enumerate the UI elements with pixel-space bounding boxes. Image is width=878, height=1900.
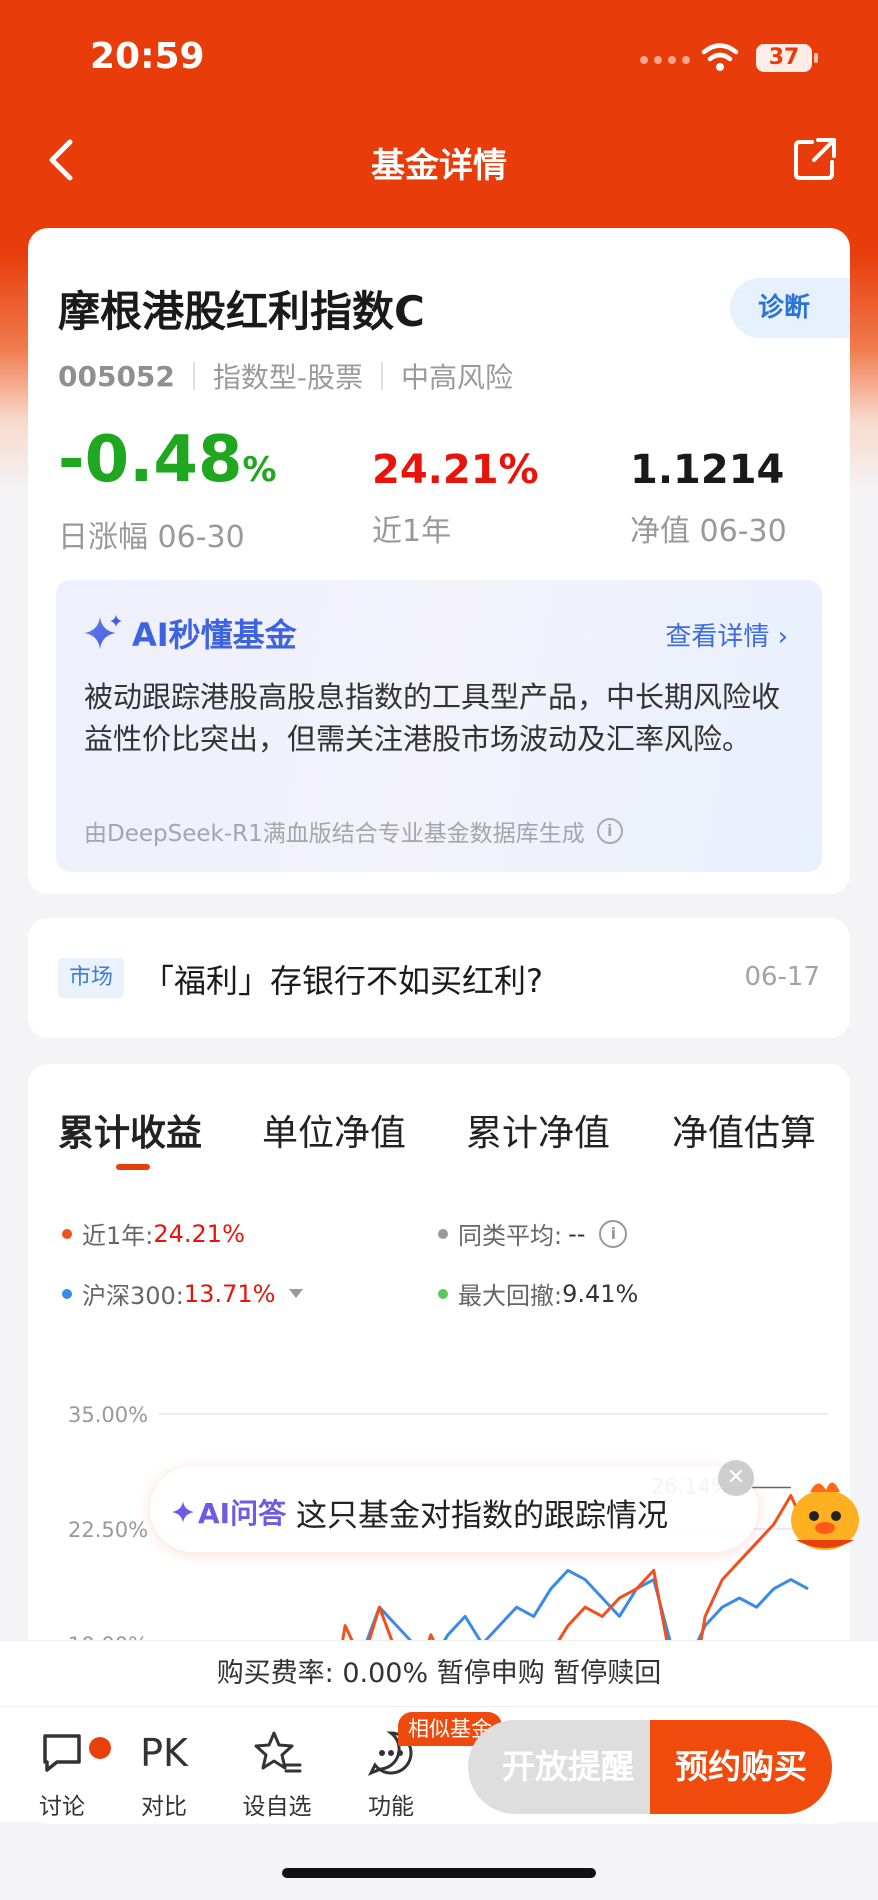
diagnose-button[interactable]: 诊断 — [730, 278, 850, 338]
legend-fund: 近1年: 24.21% — [62, 1216, 245, 1251]
day-change-value: -0.48% — [58, 423, 277, 497]
legend-index[interactable]: 沪深300: 13.71% — [62, 1276, 304, 1311]
chevron-down-icon[interactable] — [289, 1289, 304, 1298]
ai-summary-footer: 由DeepSeek-R1满血版结合专业基金数据库生成 i — [84, 814, 623, 848]
news-card[interactable]: 市场 「福利」存银行不如买红利? 06-17 — [28, 918, 850, 1038]
ai-summary-title: AI秒懂基金 — [132, 616, 297, 654]
status-bar: 20:59 37 — [0, 0, 878, 110]
compare-label: 对比 — [141, 1794, 187, 1820]
status-time: 20:59 — [90, 36, 205, 77]
year-return-value: 24.21% — [372, 447, 539, 493]
notification-badge — [89, 1737, 111, 1759]
sparkle-icon — [84, 615, 122, 649]
active-tab-indicator — [116, 1164, 150, 1170]
tab-cumulative-return[interactable]: 累计收益 — [58, 1104, 202, 1156]
discuss-button[interactable]: 讨论 — [17, 1729, 111, 1821]
year-return-stat: 24.21% 近1年 — [372, 444, 539, 550]
mascot-icon[interactable] — [780, 1468, 870, 1558]
compare-button[interactable]: PK 对比 — [119, 1729, 209, 1821]
y-tick-label: 22.50% — [68, 1518, 148, 1542]
share-icon[interactable] — [790, 134, 840, 184]
add-watchlist-button[interactable]: 设自选 — [232, 1729, 322, 1821]
nav-label: 净值 06-30 — [630, 514, 787, 549]
divider — [192, 362, 195, 390]
ai-summary-box[interactable]: AI秒懂基金 查看详情 › 被动跟踪港股高股息指数的工具型产品，中长期风险收益性… — [56, 580, 822, 872]
battery-icon: 37 — [756, 44, 812, 72]
day-change-stat: -0.48% 日涨幅 06-30 — [58, 424, 277, 556]
page-title: 基金详情 — [371, 146, 507, 186]
legend-max-drawdown: 最大回撤: 9.41% — [438, 1276, 638, 1311]
close-icon[interactable]: ✕ — [718, 1460, 754, 1496]
year-return-label: 近1年 — [372, 514, 452, 549]
news-tag: 市场 — [58, 958, 124, 998]
open-reminder-button[interactable]: 开放提醒 — [468, 1720, 668, 1814]
fund-code: 005052 — [58, 359, 175, 393]
view-details-link[interactable]: 查看详情 › — [665, 616, 788, 653]
star-add-icon — [254, 1731, 302, 1773]
y-tick-label: 35.00% — [68, 1403, 148, 1427]
nav-bar: 基金详情 — [0, 110, 878, 210]
info-icon[interactable]: i — [596, 818, 623, 844]
tab-unit-nav[interactable]: 单位净值 — [262, 1104, 406, 1156]
sparkle-icon — [172, 1501, 194, 1523]
fund-summary-card: 摩根港股红利指数C 诊断 005052 指数型-股票 中高风险 -0.48% 日… — [28, 228, 850, 894]
day-change-label: 日涨幅 06-30 — [58, 520, 245, 555]
tab-nav-estimate[interactable]: 净值估算 — [672, 1104, 816, 1156]
news-date: 06-17 — [744, 962, 820, 992]
nav-stat: 1.1214 净值 06-30 — [630, 444, 787, 550]
battery-tip — [814, 53, 818, 63]
ai-question-tag: AI问答 — [172, 1492, 286, 1532]
legend-peer-average: 同类平均: -- i — [438, 1216, 628, 1251]
ai-question-text: 这只基金对指数的跟踪情况 — [296, 1498, 668, 1534]
info-icon[interactable]: i — [599, 1219, 628, 1248]
discuss-label: 讨论 — [39, 1794, 85, 1820]
news-title: 「福利」存银行不如买红利? — [142, 962, 543, 1000]
watchlist-label: 设自选 — [242, 1794, 312, 1820]
fund-name: 摩根港股红利指数C — [58, 287, 425, 336]
fund-meta: 005052 指数型-股票 中高风险 — [58, 356, 513, 396]
ai-summary-header: AI秒懂基金 — [82, 610, 297, 656]
signal-icon — [640, 56, 690, 64]
fee-info: 购买费率: 0.00% 暂停申购 暂停赎回 — [0, 1640, 878, 1706]
reserve-buy-button[interactable]: 预约购买 — [650, 1720, 832, 1814]
fund-type: 指数型-股票 — [212, 361, 364, 394]
tab-cumulative-nav[interactable]: 累计净值 — [466, 1104, 610, 1156]
nav-value: 1.1214 — [630, 447, 785, 493]
pk-icon: PK — [140, 1731, 188, 1775]
chat-bubble-icon — [43, 1734, 81, 1772]
fund-risk: 中高风险 — [401, 361, 514, 394]
home-indicator — [282, 1868, 596, 1878]
ai-question-prompt[interactable]: AI问答 这只基金对指数的跟踪情况 — [150, 1466, 758, 1552]
divider — [381, 362, 384, 390]
function-label: 功能 — [368, 1794, 414, 1820]
ai-summary-text: 被动跟踪港股高股息指数的工具型产品，中长期风险收益性价比突出，但需关注港股市场波… — [84, 680, 781, 756]
wifi-icon — [701, 43, 739, 71]
